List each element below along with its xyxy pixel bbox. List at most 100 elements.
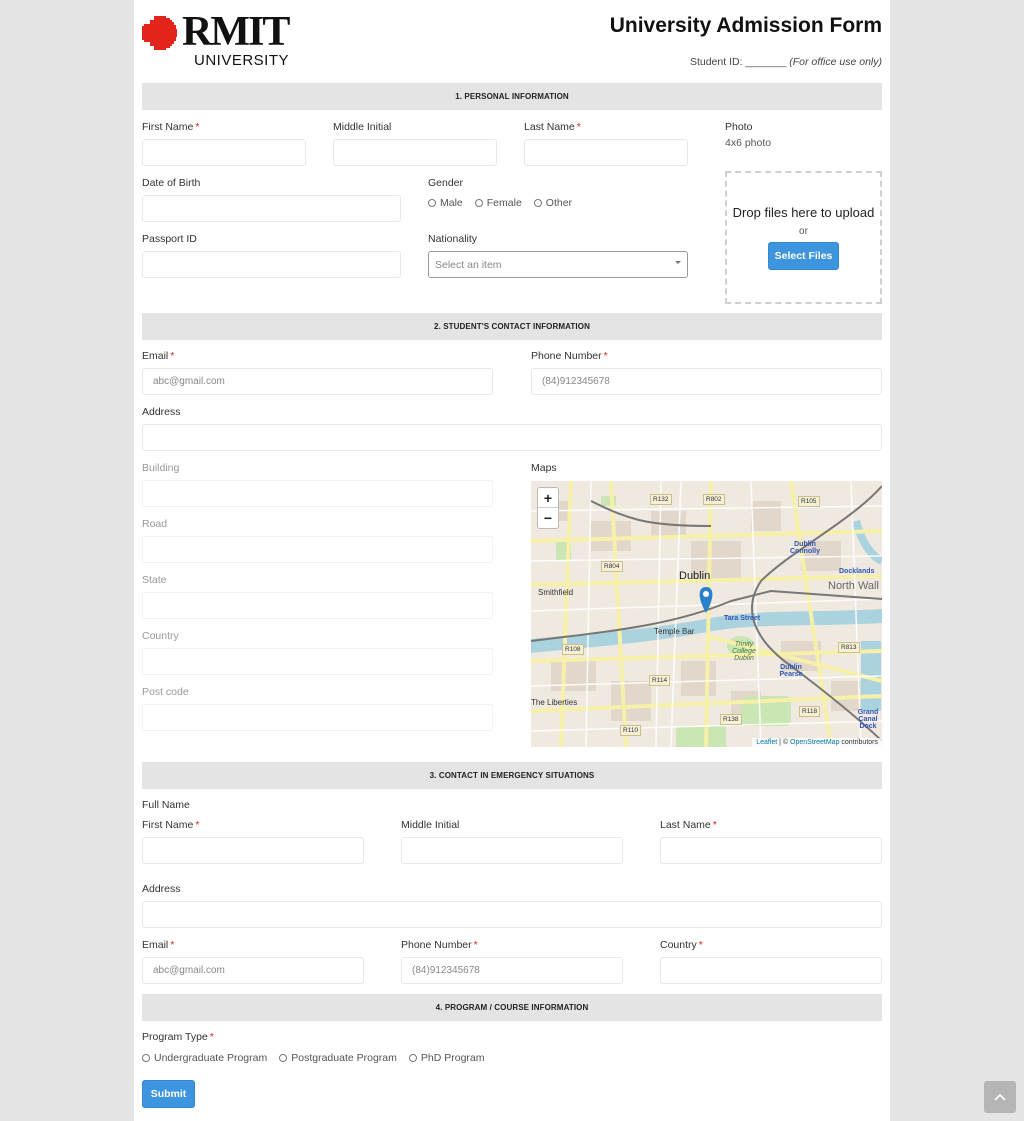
country-input[interactable]: [142, 648, 493, 675]
road-badge: R132: [650, 494, 672, 505]
map-label-grand-canal: Grand Canal Dock: [857, 709, 879, 730]
osm-link[interactable]: OpenStreetMap: [790, 739, 839, 746]
map-zoom-control: + −: [537, 487, 559, 529]
office-use-note: (For office use only): [789, 56, 882, 68]
emergency-middle-initial-label: Middle Initial: [401, 819, 460, 831]
middle-initial-label: Middle Initial: [333, 121, 392, 133]
gender-other-radio[interactable]: Other: [533, 197, 572, 209]
map-label-dublin: Dublin: [679, 570, 711, 582]
address-input[interactable]: [142, 424, 882, 451]
road-badge: R105: [798, 496, 820, 507]
scroll-to-top-button[interactable]: [984, 1081, 1016, 1113]
leaflet-link[interactable]: Leaflet: [756, 739, 777, 746]
gender-female-radio[interactable]: Female: [474, 197, 522, 209]
map-label-temple-bar: Temple Bar: [654, 627, 695, 636]
student-id-label: Student ID: _______: [689, 56, 787, 68]
address-label: Address: [142, 406, 181, 418]
rmit-logo: RMIT UNIVERSITY: [142, 10, 292, 70]
photo-dropzone[interactable]: Drop files here to upload or Select File…: [725, 171, 882, 304]
zoom-in-button[interactable]: +: [538, 488, 558, 508]
road-badge: R110: [620, 725, 642, 736]
drop-files-text: Drop files here to upload: [732, 205, 875, 220]
road-badge: R138: [720, 714, 742, 725]
map-label-smithfield: Smithfield: [538, 588, 574, 597]
student-id-note: Student ID: _______ (For office use only…: [690, 56, 882, 68]
road-badge: R118: [799, 706, 821, 717]
emergency-last-name-input[interactable]: [660, 837, 882, 864]
road-badge: R804: [601, 561, 623, 572]
state-label: State: [142, 574, 167, 586]
state-input[interactable]: [142, 592, 493, 619]
map-label-docklands: Docklands: [839, 568, 875, 575]
emergency-email-input[interactable]: abc@gmail.com: [142, 957, 364, 984]
map-label-pearse: Dublin Pearse: [779, 664, 803, 678]
location-map[interactable]: Dublin Smithfield Temple Bar The Liberti…: [531, 481, 882, 747]
first-name-input[interactable]: [142, 139, 306, 166]
logo-subtitle: UNIVERSITY: [194, 52, 290, 69]
map-label-connolly: Dublin Connolly: [790, 541, 820, 555]
emergency-address-input[interactable]: [142, 901, 882, 928]
photo-label: Photo: [725, 121, 753, 133]
building-input[interactable]: [142, 480, 493, 507]
map-label-trinity: Trinity College Dublin: [732, 641, 756, 662]
radio-circle-icon: [279, 1054, 288, 1062]
select-files-button[interactable]: Select Files: [768, 242, 839, 270]
emergency-last-name-label: Last Name *: [660, 819, 717, 831]
road-badge: R114: [649, 675, 671, 686]
undergraduate-radio[interactable]: Undergraduate Program: [142, 1052, 267, 1064]
road-badge: R802: [703, 494, 725, 505]
gender-radio-group: Male Female Other: [428, 197, 584, 209]
passport-input[interactable]: [142, 251, 401, 278]
maps-label: Maps: [531, 462, 557, 474]
page-title: University Admission Form: [609, 14, 882, 37]
drop-or-text: or: [799, 226, 808, 237]
phd-radio[interactable]: PhD Program: [408, 1052, 485, 1064]
phone-input[interactable]: (84)912345678: [531, 368, 882, 395]
map-label-tara-street: Tara Street: [724, 615, 761, 622]
map-tiles: [531, 481, 882, 747]
emergency-phone-label: Phone Number *: [401, 939, 478, 951]
gender-male-radio[interactable]: Male: [428, 197, 463, 209]
chevron-up-icon: [994, 1093, 1006, 1101]
radio-circle-icon: [142, 1054, 150, 1062]
last-name-input[interactable]: [524, 139, 688, 166]
road-badge: R108: [562, 644, 584, 655]
section-contact-info: 2. STUDENT'S CONTACT INFORMATION: [142, 313, 882, 340]
building-label: Building: [142, 462, 180, 474]
map-label-north-wall: North Wall: [828, 580, 879, 592]
caret-down-icon: [675, 261, 681, 264]
emergency-address-label: Address: [142, 883, 181, 895]
middle-initial-input[interactable]: [333, 139, 497, 166]
road-input[interactable]: [142, 536, 493, 563]
emergency-middle-initial-input[interactable]: [401, 837, 623, 864]
emergency-phone-input[interactable]: (84)912345678: [401, 957, 623, 984]
zoom-out-button[interactable]: −: [538, 508, 558, 528]
rmit-pixel-mark-icon: [142, 16, 177, 50]
emergency-first-name-input[interactable]: [142, 837, 364, 864]
email-label: Email *: [142, 350, 175, 362]
last-name-label: Last Name *: [524, 121, 581, 133]
emergency-email-label: Email *: [142, 939, 175, 951]
map-attribution: Leaflet | © OpenStreetMap contributors: [752, 738, 882, 747]
section-program-info: 4. PROGRAM / COURSE INFORMATION: [142, 994, 882, 1021]
nationality-select[interactable]: Select an item: [428, 251, 688, 278]
emergency-country-input[interactable]: [660, 957, 882, 984]
postgraduate-radio[interactable]: Postgraduate Program: [279, 1052, 397, 1064]
radio-circle-icon: [533, 199, 542, 207]
submit-button[interactable]: Submit: [142, 1080, 195, 1108]
nationality-label: Nationality: [428, 233, 478, 245]
admission-form-page: RMIT UNIVERSITY University Admission For…: [134, 0, 890, 1121]
logo-wordmark: RMIT: [182, 9, 290, 55]
program-type-radio-group: Undergraduate Program Postgraduate Progr…: [142, 1052, 497, 1064]
gender-label: Gender: [428, 177, 464, 189]
map-label-liberties: The Liberties: [531, 698, 578, 707]
country-label: Country: [142, 630, 179, 642]
passport-label: Passport ID: [142, 233, 197, 245]
dob-input[interactable]: [142, 195, 401, 222]
road-label: Road: [142, 518, 168, 530]
radio-circle-icon: [408, 1054, 417, 1062]
emergency-country-label: Country *: [660, 939, 703, 951]
nationality-placeholder: Select an item: [435, 258, 502, 271]
email-input[interactable]: abc@gmail.com: [142, 368, 493, 395]
post-code-input[interactable]: [142, 704, 493, 731]
